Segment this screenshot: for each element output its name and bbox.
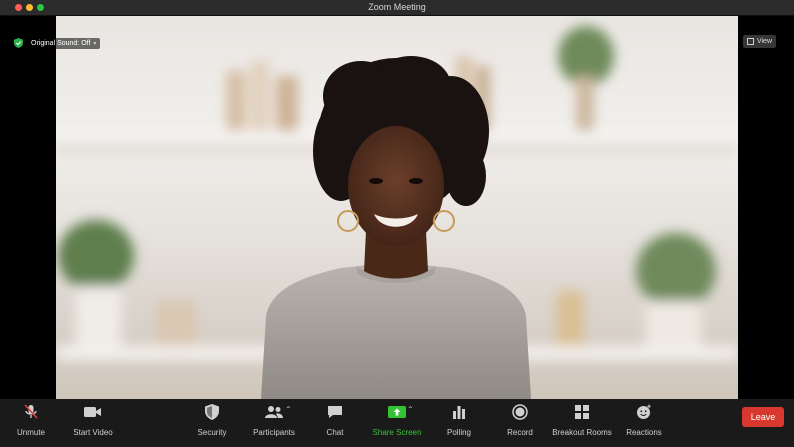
chevron-down-icon: ▾ bbox=[93, 40, 97, 47]
shield-check-icon bbox=[14, 38, 23, 48]
participants-options-caret-icon[interactable]: ⌃ bbox=[285, 405, 292, 414]
original-sound-label: Original Sound: Off bbox=[31, 39, 91, 47]
mic-muted-icon bbox=[24, 404, 38, 419]
polling-button[interactable]: Polling bbox=[443, 403, 475, 441]
start-video-button[interactable]: Start Video bbox=[70, 403, 116, 441]
meeting-toolbar: Unmute Start Video Security Participants… bbox=[0, 399, 794, 447]
leave-button[interactable]: Leave bbox=[742, 407, 784, 427]
participants-icon bbox=[265, 406, 283, 418]
share-screen-button[interactable]: Share Screen bbox=[372, 403, 422, 441]
security-button[interactable]: Security bbox=[195, 403, 229, 441]
chat-icon bbox=[328, 406, 342, 418]
view-button-label: View bbox=[756, 38, 772, 45]
title-bar: Zoom Meeting bbox=[0, 0, 794, 16]
participant-video-image bbox=[56, 26, 738, 399]
share-screen-label: Share Screen bbox=[372, 428, 422, 437]
participants-label: Participants bbox=[253, 428, 295, 437]
grid-view-icon bbox=[746, 38, 754, 45]
security-label: Security bbox=[197, 428, 227, 437]
record-label: Record bbox=[507, 428, 533, 437]
share-screen-options-caret-icon[interactable]: ⌃ bbox=[407, 405, 414, 414]
record-icon bbox=[512, 404, 528, 420]
original-sound-toggle[interactable]: Original Sound: Off ▾ bbox=[14, 36, 101, 50]
start-video-label: Start Video bbox=[73, 428, 113, 437]
unmute-button[interactable]: Unmute bbox=[14, 403, 48, 441]
shield-icon bbox=[205, 404, 219, 420]
reactions-label: Reactions bbox=[626, 428, 662, 437]
reactions-button[interactable]: Reactions bbox=[626, 403, 662, 441]
chat-button[interactable]: Chat bbox=[320, 403, 350, 441]
chat-label: Chat bbox=[326, 428, 344, 437]
reactions-icon bbox=[637, 404, 651, 419]
breakout-rooms-icon bbox=[575, 405, 589, 419]
polling-icon bbox=[453, 406, 465, 419]
meeting-stage: Original Sound: Off ▾ View bbox=[0, 16, 794, 399]
polling-label: Polling bbox=[446, 428, 471, 437]
unmute-label: Unmute bbox=[16, 428, 45, 437]
record-button[interactable]: Record bbox=[505, 403, 535, 441]
share-screen-icon bbox=[388, 406, 406, 418]
video-camera-icon bbox=[84, 407, 101, 417]
window-title: Zoom Meeting bbox=[368, 2, 426, 12]
view-button[interactable]: View bbox=[742, 35, 776, 48]
breakout-rooms-button[interactable]: Breakout Rooms bbox=[552, 403, 612, 441]
participant-video bbox=[56, 16, 738, 399]
breakout-rooms-label: Breakout Rooms bbox=[552, 428, 612, 437]
